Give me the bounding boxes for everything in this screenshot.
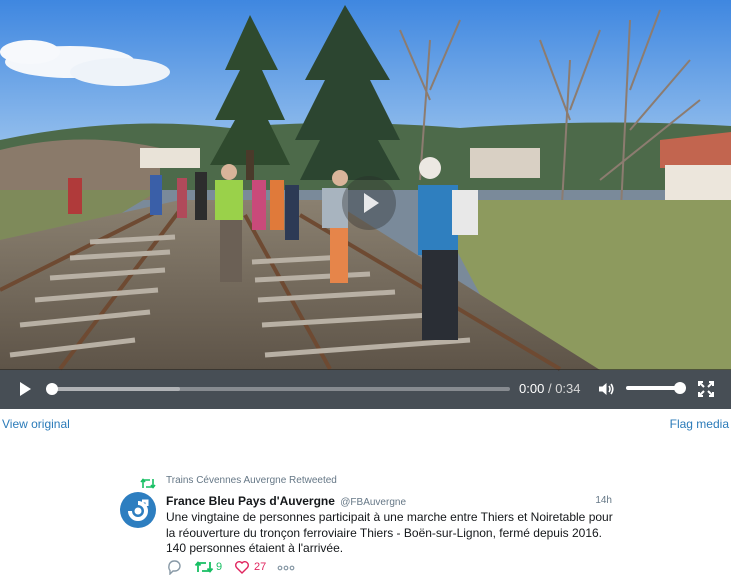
volume-slider[interactable]	[626, 382, 686, 394]
retweet-context[interactable]: Trains Cévennes Auvergne Retweeted	[166, 475, 337, 486]
reply-icon	[168, 560, 181, 575]
volume-handle[interactable]	[674, 382, 686, 394]
reply-button[interactable]	[166, 558, 186, 576]
flag-media-link[interactable]: Flag media	[670, 417, 729, 431]
fullscreen-icon	[698, 381, 714, 397]
france-bleu-logo-icon	[128, 499, 149, 521]
heart-icon	[235, 561, 249, 574]
retweet-icon	[194, 561, 214, 573]
retweet-count: 9	[216, 561, 223, 573]
seek-bar[interactable]	[46, 383, 510, 395]
more-dots-icon	[277, 565, 295, 571]
video-player[interactable]: 0:00 / 0:34	[0, 0, 731, 409]
duration: 0:34	[555, 381, 581, 396]
time-separator: /	[547, 381, 552, 396]
author-name[interactable]: France Bleu Pays d'Auvergne	[166, 494, 335, 508]
play-icon	[364, 193, 379, 213]
view-original-link[interactable]: View original	[2, 417, 70, 431]
volume-icon	[599, 383, 614, 395]
time-display: 0:00 / 0:34	[519, 381, 581, 396]
retweet-button[interactable]: 9	[194, 558, 228, 576]
play-button[interactable]	[16, 380, 34, 398]
tweet-text: Une vingtaine de personnes participait à…	[166, 510, 613, 555]
like-count: 27	[254, 561, 267, 573]
author-handle[interactable]: @FBAuvergne	[340, 497, 406, 508]
play-icon	[20, 382, 31, 396]
tweet-author: France Bleu Pays d'Auvergne @FBAuvergne	[166, 494, 406, 508]
more-options-button[interactable]	[277, 558, 295, 576]
like-button[interactable]: 27	[234, 558, 270, 576]
fullscreen-button[interactable]	[697, 380, 715, 398]
center-play-button[interactable]	[342, 176, 396, 230]
seek-buffered	[52, 387, 180, 391]
avatar[interactable]	[120, 492, 156, 528]
current-time: 0:00	[519, 381, 545, 396]
video-controls-bar: 0:00 / 0:34	[0, 369, 731, 409]
seek-handle[interactable]	[46, 383, 58, 395]
tweet-timestamp[interactable]: 14h	[595, 495, 612, 506]
retweet-context-icon	[140, 478, 156, 489]
mute-button[interactable]	[597, 380, 615, 398]
